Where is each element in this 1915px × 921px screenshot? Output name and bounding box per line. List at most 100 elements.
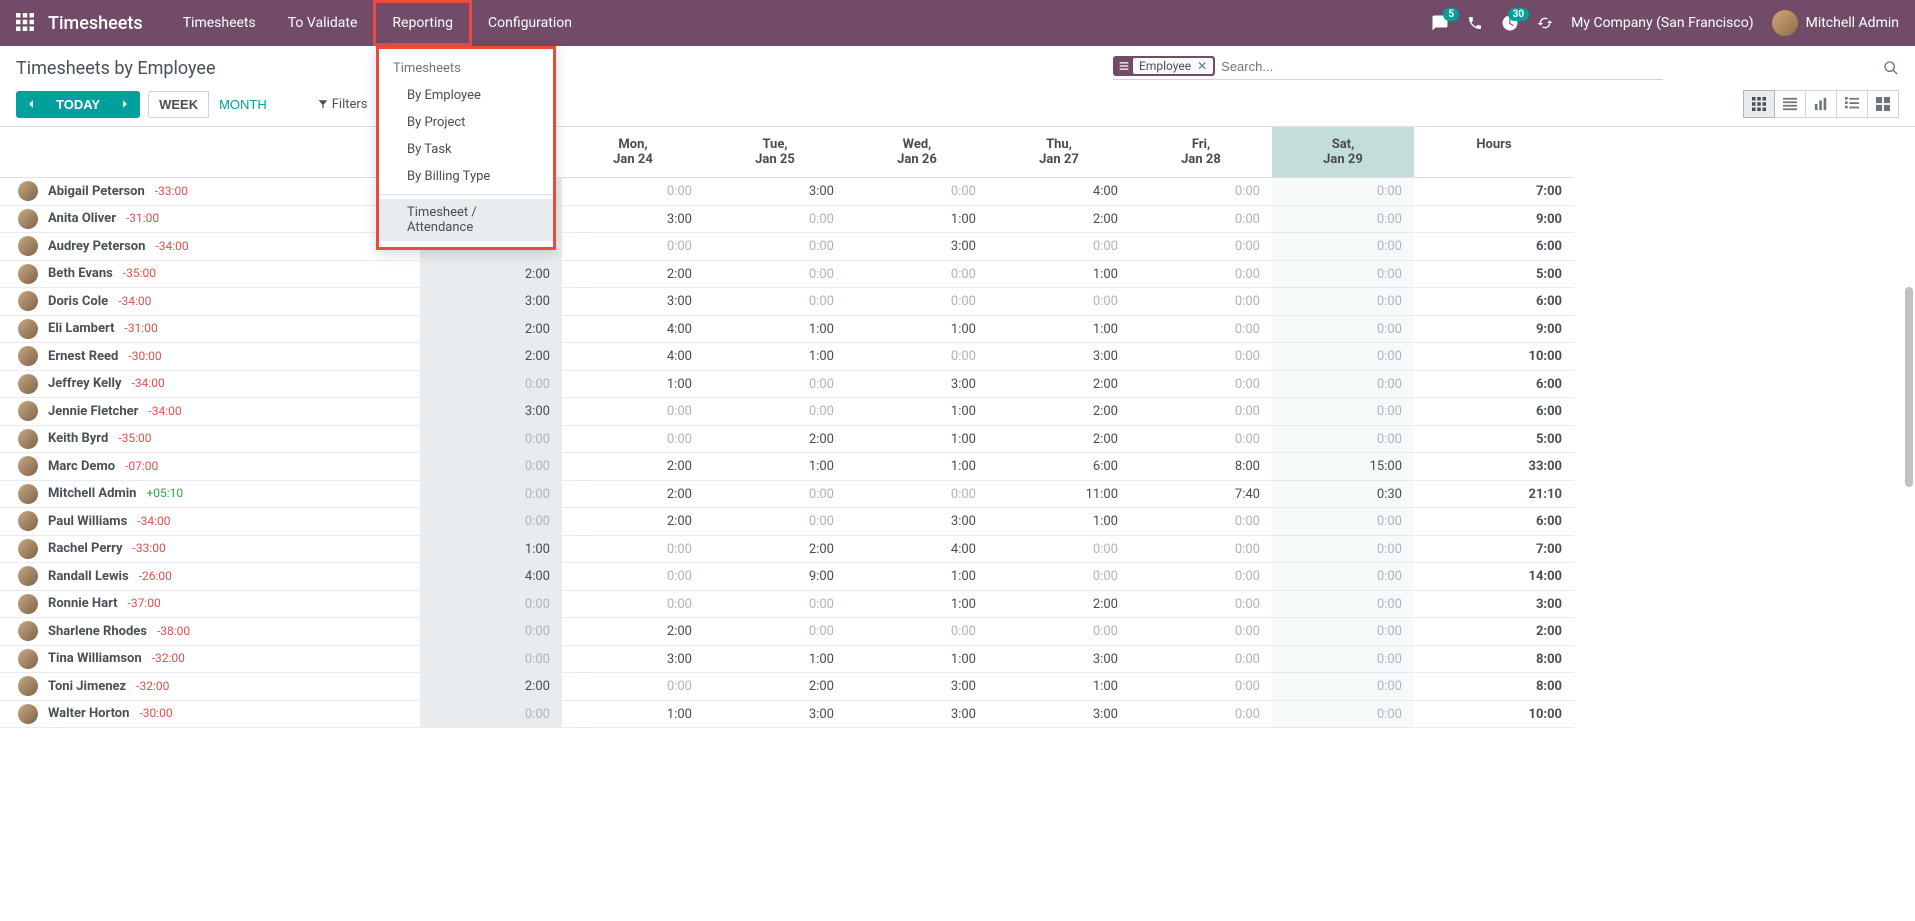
grid-wrap[interactable]: Sun,Jan 23Mon,Jan 24Tue,Jan 25Wed,Jan 26… — [0, 127, 1915, 912]
hours-cell[interactable]: 1:00 — [704, 453, 846, 481]
hours-cell[interactable]: 0:00 — [1272, 426, 1414, 454]
hours-cell[interactable]: 6:00 — [988, 453, 1130, 481]
filters-button[interactable]: Filters — [318, 97, 368, 112]
hours-cell[interactable]: 0:00 — [1272, 618, 1414, 646]
hours-cell[interactable]: 0:00 — [988, 563, 1130, 591]
hours-cell[interactable]: 2:00 — [988, 426, 1130, 454]
hours-cell[interactable]: 3:00 — [846, 508, 988, 536]
dropdown-by-project[interactable]: By Project — [379, 109, 553, 136]
hours-cell[interactable]: 11:00 — [988, 481, 1130, 509]
employee-cell[interactable]: Marc Demo-07:00 — [0, 453, 420, 481]
hours-cell[interactable]: 0:00 — [562, 673, 704, 701]
hours-cell[interactable]: 2:00 — [704, 673, 846, 701]
activities-icon[interactable]: 30 — [1501, 14, 1519, 32]
hours-cell[interactable]: 1:00 — [704, 316, 846, 344]
hours-cell[interactable]: 4:00 — [988, 178, 1130, 206]
hours-cell[interactable]: 2:00 — [420, 261, 562, 289]
hours-cell[interactable]: 0:00 — [420, 371, 562, 399]
employee-cell[interactable]: Eli Lambert-31:00 — [0, 316, 420, 344]
view-pivot-button[interactable] — [1837, 90, 1868, 118]
hours-cell[interactable]: 0:00 — [1130, 206, 1272, 234]
hours-cell[interactable]: 1:00 — [704, 343, 846, 371]
hours-cell[interactable]: 8:00 — [1130, 453, 1272, 481]
hours-cell[interactable]: 2:00 — [420, 673, 562, 701]
menu-to-validate[interactable]: To Validate — [272, 0, 374, 46]
hours-cell[interactable]: 0:00 — [1272, 563, 1414, 591]
hours-cell[interactable]: 1:00 — [846, 206, 988, 234]
hours-cell[interactable]: 0:30 — [1272, 481, 1414, 509]
hours-cell[interactable]: 0:00 — [1272, 591, 1414, 619]
app-brand[interactable]: Timesheets — [48, 13, 143, 34]
hours-cell[interactable]: 3:00 — [562, 646, 704, 674]
hours-cell[interactable]: 0:00 — [988, 233, 1130, 261]
hours-cell[interactable]: 0:00 — [704, 481, 846, 509]
apps-icon[interactable] — [16, 13, 36, 33]
hours-cell[interactable]: 0:00 — [1130, 591, 1272, 619]
hours-cell[interactable]: 0:00 — [562, 563, 704, 591]
hours-cell[interactable]: 0:00 — [1272, 316, 1414, 344]
hours-cell[interactable]: 2:00 — [988, 398, 1130, 426]
hours-cell[interactable]: 0:00 — [1272, 673, 1414, 701]
hours-cell[interactable]: 0:00 — [1130, 178, 1272, 206]
hours-cell[interactable]: 0:00 — [1130, 701, 1272, 729]
hours-cell[interactable]: 0:00 — [420, 453, 562, 481]
hours-cell[interactable]: 2:00 — [420, 343, 562, 371]
hours-cell[interactable]: 0:00 — [1130, 343, 1272, 371]
hours-cell[interactable]: 0:00 — [704, 206, 846, 234]
hours-cell[interactable]: 0:00 — [704, 508, 846, 536]
hours-cell[interactable]: 7:40 — [1130, 481, 1272, 509]
hours-cell[interactable]: 1:00 — [988, 673, 1130, 701]
hours-cell[interactable]: 0:00 — [1130, 618, 1272, 646]
view-graph-button[interactable] — [1806, 90, 1837, 118]
hours-cell[interactable]: 0:00 — [704, 371, 846, 399]
hours-cell[interactable]: 0:00 — [704, 591, 846, 619]
hours-cell[interactable]: 2:00 — [562, 508, 704, 536]
employee-cell[interactable]: Mitchell Admin+05:10 — [0, 481, 420, 509]
hours-cell[interactable]: 1:00 — [988, 316, 1130, 344]
hours-cell[interactable]: 2:00 — [562, 481, 704, 509]
hours-cell[interactable]: 0:00 — [704, 233, 846, 261]
month-button[interactable]: MONTH — [209, 91, 278, 118]
hours-cell[interactable]: 2:00 — [988, 206, 1130, 234]
hours-cell[interactable]: 1:00 — [562, 371, 704, 399]
hours-cell[interactable]: 0:00 — [562, 398, 704, 426]
hours-cell[interactable]: 0:00 — [1272, 371, 1414, 399]
hours-cell[interactable]: 0:00 — [1130, 536, 1272, 564]
dropdown-by-billing-type[interactable]: By Billing Type — [379, 163, 553, 190]
hours-cell[interactable]: 3:00 — [988, 646, 1130, 674]
employee-cell[interactable]: Sharlene Rhodes-38:00 — [0, 618, 420, 646]
hours-cell[interactable]: 0:00 — [420, 426, 562, 454]
employee-cell[interactable]: Jeffrey Kelly-34:00 — [0, 371, 420, 399]
view-kanban-button[interactable] — [1868, 90, 1899, 118]
hours-cell[interactable]: 1:00 — [846, 591, 988, 619]
employee-cell[interactable]: Abigail Peterson-33:00 — [0, 178, 420, 206]
hours-cell[interactable]: 0:00 — [704, 261, 846, 289]
hours-cell[interactable]: 3:00 — [704, 178, 846, 206]
hours-cell[interactable]: 2:00 — [988, 591, 1130, 619]
hours-cell[interactable]: 0:00 — [1130, 646, 1272, 674]
hours-cell[interactable]: 0:00 — [420, 701, 562, 729]
hours-cell[interactable]: 0:00 — [1130, 563, 1272, 591]
hours-cell[interactable]: 3:00 — [562, 206, 704, 234]
prev-button[interactable] — [16, 91, 46, 118]
user-menu[interactable]: Mitchell Admin — [1772, 10, 1899, 36]
hours-cell[interactable]: 0:00 — [562, 426, 704, 454]
dropdown-by-task[interactable]: By Task — [379, 136, 553, 163]
employee-cell[interactable]: Toni Jimenez-32:00 — [0, 673, 420, 701]
hours-cell[interactable]: 0:00 — [420, 591, 562, 619]
scrollbar-vertical[interactable] — [1905, 287, 1913, 487]
hours-cell[interactable]: 3:00 — [846, 233, 988, 261]
employee-cell[interactable]: Ernest Reed-30:00 — [0, 343, 420, 371]
hours-cell[interactable]: 1:00 — [846, 426, 988, 454]
employee-cell[interactable]: Randall Lewis-26:00 — [0, 563, 420, 591]
employee-cell[interactable]: Anita Oliver-31:00 — [0, 206, 420, 234]
hours-cell[interactable]: 2:00 — [562, 618, 704, 646]
hours-cell[interactable]: 1:00 — [988, 261, 1130, 289]
hours-cell[interactable]: 1:00 — [846, 398, 988, 426]
hours-cell[interactable]: 0:00 — [1272, 343, 1414, 371]
hours-cell[interactable]: 0:00 — [1272, 178, 1414, 206]
hours-cell[interactable]: 0:00 — [420, 508, 562, 536]
hours-cell[interactable]: 0:00 — [704, 288, 846, 316]
debug-icon[interactable] — [1537, 15, 1553, 31]
hours-cell[interactable]: 3:00 — [846, 371, 988, 399]
